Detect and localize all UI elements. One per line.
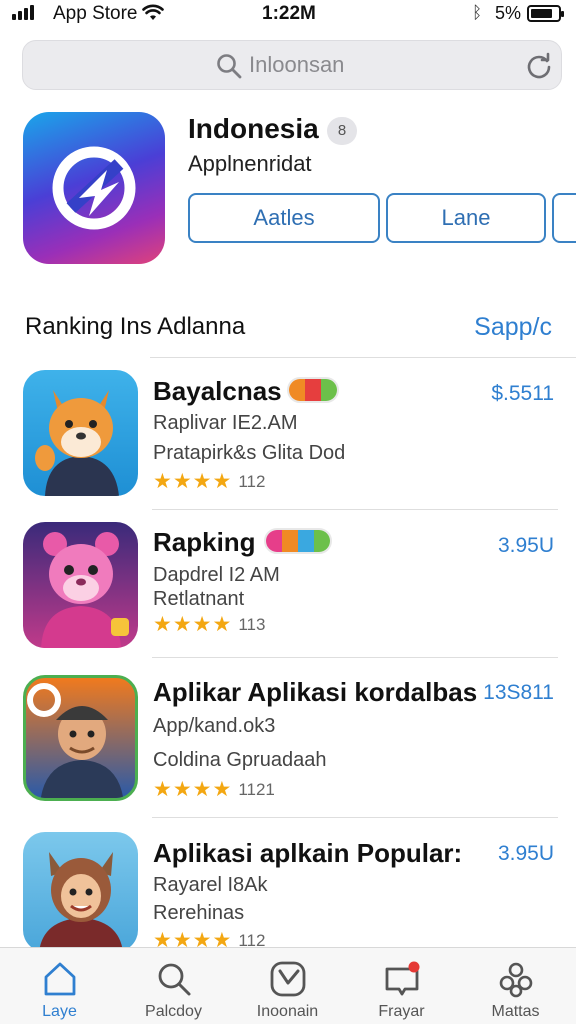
app-category: Rerehinas xyxy=(153,902,245,924)
rating-stars: ★ ★ ★ ★ 113 xyxy=(153,614,265,635)
tab-label: Mattas xyxy=(491,1003,540,1020)
rating-count: 112 xyxy=(238,471,266,491)
star-icon: ★ xyxy=(153,470,172,493)
search-icon xyxy=(158,963,191,996)
refresh-arrow-logo-icon xyxy=(52,146,136,230)
tag-blue xyxy=(298,530,314,552)
tab-check[interactable]: Inoonain xyxy=(230,948,345,1024)
star-icon: ★ xyxy=(153,613,172,636)
app-category: Coldina Gpruadaah xyxy=(153,749,327,771)
app-price[interactable]: 3.95U xyxy=(498,842,554,866)
battery-fill xyxy=(531,9,552,18)
list-item[interactable]: Rapking 3.95U Dapdrel I2 AM Retlatnant ★… xyxy=(0,522,576,672)
star-icon: ★ xyxy=(212,470,232,493)
tag-orange xyxy=(282,530,298,552)
rating-stars: ★ ★ ★ ★ 1121 xyxy=(153,779,275,800)
status-bar: App Store 1:22M ᛒ 5% xyxy=(0,0,576,30)
app-price[interactable]: 13S811 xyxy=(483,681,554,705)
tab-settings[interactable]: Mattas xyxy=(458,948,573,1024)
tab-notifications[interactable]: Frayar xyxy=(344,948,459,1024)
divider xyxy=(152,817,558,818)
search-bar[interactable] xyxy=(22,40,562,90)
wifi-icon xyxy=(142,4,164,20)
tab-search[interactable]: Palcdoy xyxy=(116,948,231,1024)
app-price[interactable]: 3.95U xyxy=(498,534,554,558)
tab-label: Frayar xyxy=(378,1003,425,1020)
signal-icon xyxy=(12,5,34,20)
carrier-label: App Store xyxy=(53,3,138,24)
app-price[interactable]: $.5511 xyxy=(491,382,554,406)
star-icon: ★ xyxy=(172,613,192,636)
app-tags xyxy=(264,528,332,554)
battery-icon xyxy=(527,5,564,22)
section-title: Ranking Ins Adlanna xyxy=(25,313,246,340)
tag-red xyxy=(305,379,321,401)
featured-primary-button[interactable]: Aatles xyxy=(188,193,380,243)
tab-home[interactable]: Laye xyxy=(2,948,117,1024)
featured-app-subtitle: Applnenridat xyxy=(188,151,312,176)
pink-bear-character-icon xyxy=(23,522,138,648)
featured-badge: 8 xyxy=(327,117,357,145)
app-meta: Raplivar IE2.AM xyxy=(153,412,298,434)
star-icon: ★ xyxy=(153,778,172,801)
search-icon xyxy=(217,54,242,79)
tab-label: Laye xyxy=(42,1003,77,1020)
rating-count: 1121 xyxy=(238,779,275,799)
girl-character-icon xyxy=(23,832,138,952)
star-icon: ★ xyxy=(172,470,192,493)
featured-secondary-button[interactable]: Lane xyxy=(386,193,546,243)
tag-pink xyxy=(266,530,282,552)
tag-orange xyxy=(289,379,305,401)
list-item[interactable]: Bayalcnas $.5511 Raplivar IE2.AM Pratapi… xyxy=(0,370,576,520)
star-icon: ★ xyxy=(192,613,212,636)
featured-app-icon[interactable] xyxy=(23,112,165,264)
app-name: Aplikasi aplkain Popular: xyxy=(153,838,463,868)
fox-character-icon xyxy=(23,370,138,496)
app-category: Pratapirk&s Glita Dod xyxy=(153,442,346,464)
man-character-icon xyxy=(23,675,138,801)
tab-label: Palcdoy xyxy=(145,1003,202,1020)
rating-count: 113 xyxy=(238,614,266,634)
app-meta: App/kand.ok3 xyxy=(153,715,276,737)
app-category: Retlatnant xyxy=(153,588,245,610)
settings-icon xyxy=(499,962,533,998)
app-name: Rapking xyxy=(153,527,256,557)
featured-more-button[interactable] xyxy=(552,193,576,243)
app-meta: Rayarel I8Ak xyxy=(153,874,268,896)
featured-app-title: Indonesia xyxy=(188,113,319,144)
app-name: Aplikar Aplikasi kordalbas xyxy=(153,677,478,707)
section-see-all-link[interactable]: Sapp/c xyxy=(474,313,552,342)
star-icon: ★ xyxy=(212,613,232,636)
tag-green xyxy=(321,379,337,401)
app-meta: Dapdrel I2 AM xyxy=(153,564,280,586)
refresh-icon[interactable] xyxy=(525,52,553,80)
notification-icon xyxy=(385,961,420,996)
battery-percent: 5% xyxy=(495,3,522,23)
star-icon: ★ xyxy=(172,778,192,801)
clock: 1:22M xyxy=(262,3,316,24)
home-icon xyxy=(44,962,76,996)
divider xyxy=(152,657,558,658)
divider xyxy=(152,509,558,510)
list-item[interactable]: Aplikar Aplikasi kordalbas 13S811 App/ka… xyxy=(0,675,576,825)
search-input[interactable] xyxy=(249,50,489,80)
bluetooth-icon: ᛒ xyxy=(472,3,483,22)
app-name: Bayalcnas xyxy=(153,376,282,406)
divider xyxy=(150,357,576,358)
star-icon: ★ xyxy=(192,778,212,801)
star-icon: ★ xyxy=(212,778,232,801)
tab-bar: Laye Palcdoy Inoonain Frayar Mattas xyxy=(0,947,576,1024)
rating-stars: ★ ★ ★ ★ 112 xyxy=(153,471,265,492)
tab-label: Inoonain xyxy=(256,1003,319,1020)
check-icon xyxy=(270,961,306,997)
app-tags xyxy=(287,377,339,403)
tag-green xyxy=(314,530,330,552)
star-icon: ★ xyxy=(192,470,212,493)
